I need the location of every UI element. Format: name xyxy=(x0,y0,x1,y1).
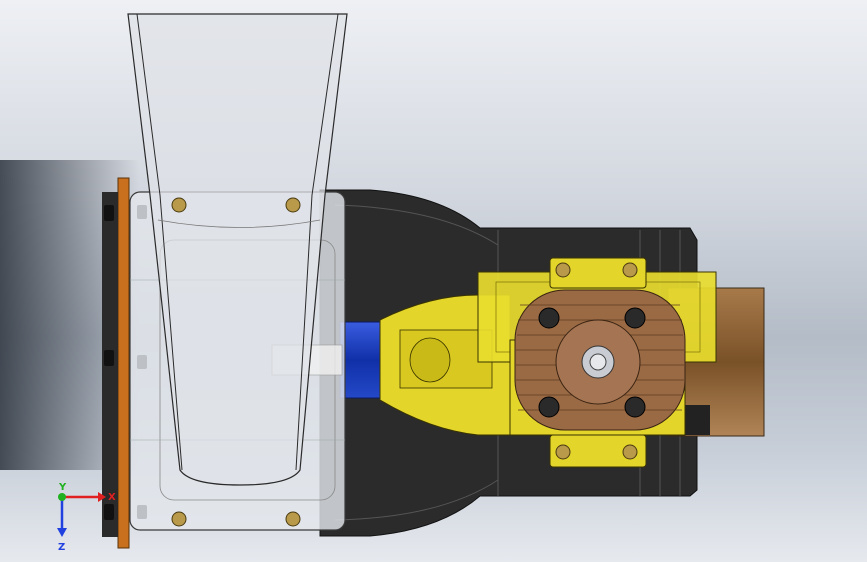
triad-y-label: Y xyxy=(58,482,67,493)
triad-x-label: X xyxy=(108,492,116,503)
cad-3d-viewport[interactable]: X Y Z xyxy=(0,0,867,562)
triad-z-arrow-icon xyxy=(57,528,67,537)
orange-flange[interactable] xyxy=(117,177,130,549)
triad-y-axis-dot xyxy=(58,493,66,501)
triad-z-label: Z xyxy=(58,542,65,553)
model-canvas[interactable]: X Y Z xyxy=(0,0,867,562)
